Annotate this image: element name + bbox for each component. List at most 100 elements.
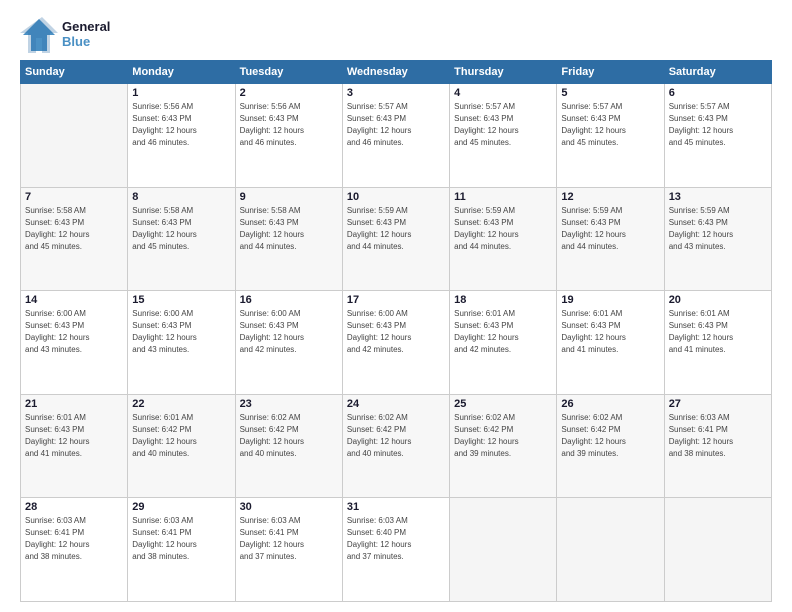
calendar-cell: 16 Sunrise: 6:00 AM Sunset: 6:43 PM Dayli… bbox=[235, 291, 342, 395]
day-number: 11 bbox=[454, 191, 552, 203]
calendar-cell: 14Sunrise: 6:00 AM Sunset: 6:43 PM Dayli… bbox=[21, 291, 128, 395]
day-number: 28 bbox=[25, 501, 123, 513]
calendar-cell: 8 Sunrise: 5:58 AM Sunset: 6:43 PM Daylig… bbox=[128, 187, 235, 291]
page: General Blue SundayMondayTuesdayWednesda… bbox=[0, 0, 792, 612]
calendar-week-row: 1 Sunrise: 5:56 AM Sunset: 6:43 PM Daylig… bbox=[21, 84, 772, 188]
day-info: Sunrise: 5:56 AM Sunset: 6:43 PM Dayligh… bbox=[132, 101, 230, 149]
day-info: Sunrise: 6:01 AM Sunset: 6:43 PM Dayligh… bbox=[25, 412, 123, 460]
calendar-week-row: 28 Sunrise: 6:03 AM Sunset: 6:41 PM Dayli… bbox=[21, 498, 772, 602]
day-info: Sunrise: 6:03 AM Sunset: 6:41 PM Dayligh… bbox=[25, 515, 123, 563]
day-info: Sunrise: 5:59 AM Sunset: 6:43 PM Dayligh… bbox=[669, 205, 767, 253]
calendar-day-header: Wednesday bbox=[342, 61, 449, 84]
calendar-cell: 31 Sunrise: 6:03 AM Sunset: 6:40 PM Dayli… bbox=[342, 498, 449, 602]
day-info: Sunrise: 5:57 AM Sunset: 6:43 PM Dayligh… bbox=[347, 101, 445, 149]
day-info: Sunrise: 5:59 AM Sunset: 6:43 PM Dayligh… bbox=[347, 205, 445, 253]
calendar-cell: 5Sunrise: 5:57 AM Sunset: 6:43 PM Daylig… bbox=[557, 84, 664, 188]
day-number: 15 bbox=[132, 294, 230, 306]
day-number: 31 bbox=[347, 501, 445, 513]
day-number: 30 bbox=[240, 501, 338, 513]
day-info: Sunrise: 5:57 AM Sunset: 6:43 PM Dayligh… bbox=[561, 101, 659, 149]
day-info: Sunrise: 5:59 AM Sunset: 6:43 PM Dayligh… bbox=[561, 205, 659, 253]
calendar-day-header: Thursday bbox=[450, 61, 557, 84]
day-number: 14 bbox=[25, 294, 123, 306]
day-info: Sunrise: 5:58 AM Sunset: 6:43 PM Dayligh… bbox=[240, 205, 338, 253]
day-number: 3 bbox=[347, 87, 445, 99]
calendar-day-header: Tuesday bbox=[235, 61, 342, 84]
day-info: Sunrise: 6:00 AM Sunset: 6:43 PM Dayligh… bbox=[347, 308, 445, 356]
day-info: Sunrise: 6:01 AM Sunset: 6:43 PM Dayligh… bbox=[454, 308, 552, 356]
calendar-cell: 19Sunrise: 6:01 AM Sunset: 6:43 PM Dayli… bbox=[557, 291, 664, 395]
day-number: 13 bbox=[669, 191, 767, 203]
logo-svg bbox=[20, 16, 58, 54]
calendar-header-row: SundayMondayTuesdayWednesdayThursdayFrid… bbox=[21, 61, 772, 84]
day-info: Sunrise: 6:03 AM Sunset: 6:41 PM Dayligh… bbox=[132, 515, 230, 563]
day-info: Sunrise: 5:59 AM Sunset: 6:43 PM Dayligh… bbox=[454, 205, 552, 253]
calendar-table: SundayMondayTuesdayWednesdayThursdayFrid… bbox=[20, 60, 772, 602]
day-number: 21 bbox=[25, 398, 123, 410]
day-info: Sunrise: 5:58 AM Sunset: 6:43 PM Dayligh… bbox=[132, 205, 230, 253]
calendar-cell: 23Sunrise: 6:02 AM Sunset: 6:42 PM Dayli… bbox=[235, 394, 342, 498]
header: General Blue bbox=[20, 16, 772, 54]
day-info: Sunrise: 6:02 AM Sunset: 6:42 PM Dayligh… bbox=[347, 412, 445, 460]
day-number: 16 bbox=[240, 294, 338, 306]
calendar-cell: 10 Sunrise: 5:59 AM Sunset: 6:43 PM Dayli… bbox=[342, 187, 449, 291]
day-number: 22 bbox=[132, 398, 230, 410]
calendar-cell: 4 Sunrise: 5:57 AM Sunset: 6:43 PM Daylig… bbox=[450, 84, 557, 188]
day-info: Sunrise: 6:01 AM Sunset: 6:43 PM Dayligh… bbox=[669, 308, 767, 356]
day-info: Sunrise: 6:02 AM Sunset: 6:42 PM Dayligh… bbox=[240, 412, 338, 460]
day-number: 18 bbox=[454, 294, 552, 306]
day-info: Sunrise: 5:58 AM Sunset: 6:43 PM Dayligh… bbox=[25, 205, 123, 253]
calendar-cell: 27 Sunrise: 6:03 AM Sunset: 6:41 PM Dayli… bbox=[664, 394, 771, 498]
calendar-week-row: 14 Sunrise: 6:00 AM Sunset: 6:43 PM Dayli… bbox=[21, 291, 772, 395]
calendar-cell bbox=[557, 498, 664, 602]
day-info: Sunrise: 5:57 AM Sunset: 6:43 PM Dayligh… bbox=[669, 101, 767, 149]
day-number: 7 bbox=[25, 191, 123, 203]
day-info: Sunrise: 6:00 AM Sunset: 6:43 PM Dayligh… bbox=[132, 308, 230, 356]
calendar-day-header: Friday bbox=[557, 61, 664, 84]
calendar-cell: 7 Sunrise: 5:58 AM Sunset: 6:43 PM Daylig… bbox=[21, 187, 128, 291]
logo: General Blue bbox=[20, 16, 110, 54]
day-number: 8 bbox=[132, 191, 230, 203]
calendar-cell: 21 Sunrise: 6:01 AM Sunset: 6:43 PM Dayli… bbox=[21, 394, 128, 498]
day-info: Sunrise: 6:00 AM Sunset: 6:43 PM Dayligh… bbox=[240, 308, 338, 356]
logo-general: General bbox=[62, 20, 110, 35]
day-info: Sunrise: 6:03 AM Sunset: 6:41 PM Dayligh… bbox=[240, 515, 338, 563]
calendar-cell: 9 Sunrise: 5:58 AM Sunset: 6:43 PM Daylig… bbox=[235, 187, 342, 291]
day-info: Sunrise: 5:56 AM Sunset: 6:43 PM Dayligh… bbox=[240, 101, 338, 149]
day-number: 4 bbox=[454, 87, 552, 99]
calendar-cell bbox=[664, 498, 771, 602]
day-info: Sunrise: 6:03 AM Sunset: 6:40 PM Dayligh… bbox=[347, 515, 445, 563]
calendar-cell: 11 Sunrise: 5:59 AM Sunset: 6:43 PM Dayli… bbox=[450, 187, 557, 291]
calendar-cell: 29 Sunrise: 6:03 AM Sunset: 6:41 PM Dayli… bbox=[128, 498, 235, 602]
calendar-cell: 30 Sunrise: 6:03 AM Sunset: 6:41 PM Dayli… bbox=[235, 498, 342, 602]
day-number: 17 bbox=[347, 294, 445, 306]
day-number: 19 bbox=[561, 294, 659, 306]
day-info: Sunrise: 6:02 AM Sunset: 6:42 PM Dayligh… bbox=[561, 412, 659, 460]
calendar-cell: 13 Sunrise: 5:59 AM Sunset: 6:43 PM Dayli… bbox=[664, 187, 771, 291]
day-info: Sunrise: 5:57 AM Sunset: 6:43 PM Dayligh… bbox=[454, 101, 552, 149]
calendar-day-header: Monday bbox=[128, 61, 235, 84]
day-info: Sunrise: 6:02 AM Sunset: 6:42 PM Dayligh… bbox=[454, 412, 552, 460]
day-number: 27 bbox=[669, 398, 767, 410]
calendar-week-row: 21 Sunrise: 6:01 AM Sunset: 6:43 PM Dayli… bbox=[21, 394, 772, 498]
day-number: 24 bbox=[347, 398, 445, 410]
calendar-cell: 24 Sunrise: 6:02 AM Sunset: 6:42 PM Dayli… bbox=[342, 394, 449, 498]
calendar-cell: 3 Sunrise: 5:57 AM Sunset: 6:43 PM Daylig… bbox=[342, 84, 449, 188]
day-info: Sunrise: 6:03 AM Sunset: 6:41 PM Dayligh… bbox=[669, 412, 767, 460]
day-number: 20 bbox=[669, 294, 767, 306]
day-number: 1 bbox=[132, 87, 230, 99]
calendar-cell: 17 Sunrise: 6:00 AM Sunset: 6:43 PM Dayli… bbox=[342, 291, 449, 395]
calendar-cell: 6Sunrise: 5:57 AM Sunset: 6:43 PM Daylig… bbox=[664, 84, 771, 188]
calendar-cell: 18 Sunrise: 6:01 AM Sunset: 6:43 PM Dayli… bbox=[450, 291, 557, 395]
day-number: 9 bbox=[240, 191, 338, 203]
calendar-cell bbox=[21, 84, 128, 188]
logo-blue: Blue bbox=[62, 35, 110, 50]
day-number: 10 bbox=[347, 191, 445, 203]
calendar-cell: 20 Sunrise: 6:01 AM Sunset: 6:43 PM Dayli… bbox=[664, 291, 771, 395]
logo-text-block: General Blue bbox=[62, 20, 110, 50]
day-info: Sunrise: 6:01 AM Sunset: 6:42 PM Dayligh… bbox=[132, 412, 230, 460]
calendar-cell: 22 Sunrise: 6:01 AM Sunset: 6:42 PM Dayli… bbox=[128, 394, 235, 498]
day-number: 29 bbox=[132, 501, 230, 513]
calendar-cell bbox=[450, 498, 557, 602]
calendar-cell: 1 Sunrise: 5:56 AM Sunset: 6:43 PM Daylig… bbox=[128, 84, 235, 188]
